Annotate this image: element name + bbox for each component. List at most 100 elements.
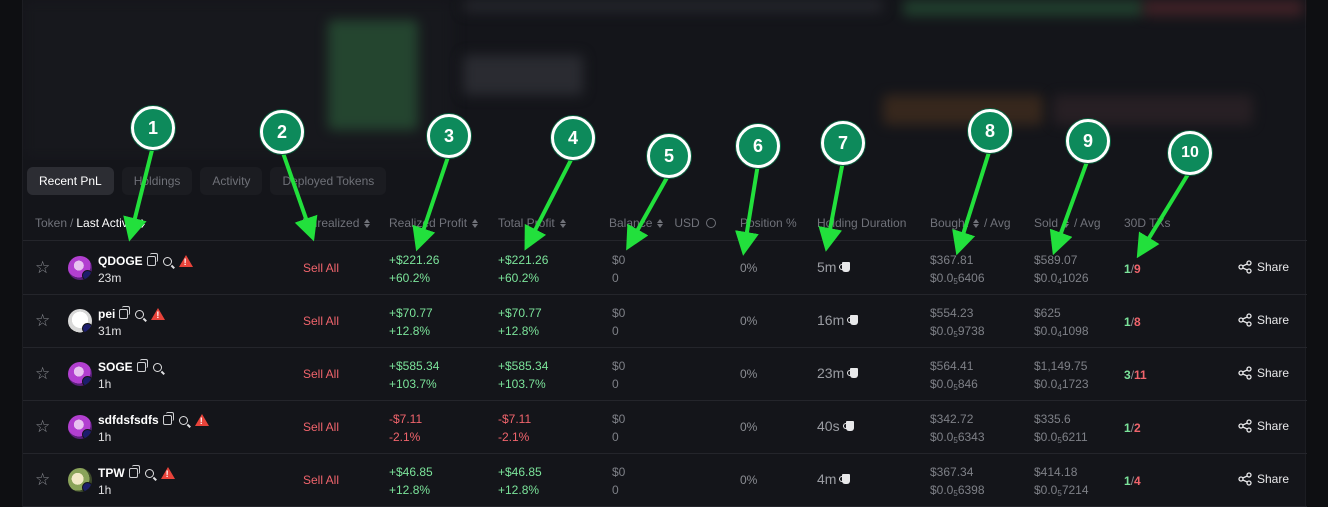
bought-avg: $0.056343 bbox=[930, 430, 985, 445]
holding-duration: 23m bbox=[817, 365, 859, 381]
sold-avg-digits: 6211 bbox=[1061, 430, 1088, 444]
header-unrealized[interactable]: Unrealized bbox=[302, 216, 371, 230]
sell-all-button[interactable]: Sell All bbox=[303, 367, 339, 381]
search-icon[interactable] bbox=[178, 415, 188, 425]
tab-holdings[interactable]: Holdings bbox=[121, 167, 193, 195]
sold-avg-prefix: $0.0 bbox=[1034, 430, 1058, 444]
table-row[interactable]: ☆ SOGE 1h Sell All +$585.34 +103.7% +$58… bbox=[23, 348, 1307, 401]
tx-buy-count: 1 bbox=[1124, 262, 1131, 276]
total-profit-value: +$70.77 bbox=[498, 306, 542, 320]
holding-duration: 5m bbox=[817, 259, 851, 275]
share-button[interactable]: Share bbox=[1238, 366, 1289, 380]
search-icon[interactable] bbox=[162, 256, 172, 266]
warning-icon bbox=[178, 255, 193, 267]
balance-usd: $0 bbox=[612, 412, 626, 426]
position-percent: 0% bbox=[740, 473, 758, 487]
swap-icon bbox=[705, 218, 716, 228]
sold-avg-prefix: $0.0 bbox=[1034, 324, 1058, 338]
copy-icon[interactable] bbox=[162, 412, 174, 425]
token-name-cell: TPW bbox=[98, 465, 175, 480]
token-symbol[interactable]: sdfdsfsdfs bbox=[98, 413, 159, 427]
search-icon[interactable] bbox=[144, 468, 154, 478]
token-symbol[interactable]: SOGE bbox=[98, 360, 133, 374]
bought-total: $367.81 bbox=[930, 253, 974, 267]
position-percent: 0% bbox=[740, 420, 758, 434]
cup-icon bbox=[842, 421, 854, 431]
chain-badge-icon bbox=[82, 376, 92, 386]
copy-icon[interactable] bbox=[128, 465, 140, 478]
share-label: Share bbox=[1257, 366, 1290, 380]
sold-avg-digits: 1723 bbox=[1061, 377, 1089, 391]
bought-avg-digits: 6343 bbox=[957, 430, 985, 444]
copy-icon[interactable] bbox=[119, 306, 131, 319]
total-profit-percent: +60.2% bbox=[498, 271, 540, 285]
header-total-profit[interactable]: Total Profit bbox=[498, 216, 566, 230]
sold-avg: $0.041098 bbox=[1034, 324, 1089, 339]
bought-total: $342.72 bbox=[930, 412, 974, 426]
header-usd-toggle[interactable]: USD bbox=[674, 216, 699, 230]
table-row[interactable]: ☆ QDOGE 23m Sell All +$221.26 +60.2% +$2… bbox=[23, 242, 1307, 295]
tab-deployed-tokens[interactable]: Deployed Tokens bbox=[270, 167, 387, 195]
star-icon[interactable]: ☆ bbox=[35, 471, 53, 489]
table-row[interactable]: ☆ sdfdsfsdfs 1h Sell All -$7.11 -2.1% -$… bbox=[23, 401, 1307, 454]
bought-avg-digits: 9738 bbox=[957, 324, 985, 338]
cup-icon bbox=[839, 262, 851, 272]
bought-avg-digits: 6398 bbox=[957, 483, 985, 497]
balance-usd: $0 bbox=[612, 306, 626, 320]
sell-all-button[interactable]: Sell All bbox=[303, 314, 339, 328]
chain-badge-icon bbox=[82, 270, 92, 280]
bought-avg-prefix: $0.0 bbox=[930, 324, 954, 338]
header-bought[interactable]: Bought / Avg bbox=[930, 216, 1011, 230]
total-profit-value: +$585.34 bbox=[498, 359, 549, 373]
token-symbol[interactable]: QDOGE bbox=[98, 254, 143, 268]
search-icon[interactable] bbox=[152, 362, 162, 372]
sort-icon bbox=[657, 218, 664, 228]
tx-count: 1/4 bbox=[1124, 474, 1141, 488]
token-symbol[interactable]: TPW bbox=[98, 466, 125, 480]
header-realized-profit[interactable]: Realized Profit bbox=[389, 216, 479, 230]
tab-activity[interactable]: Activity bbox=[200, 167, 263, 195]
share-icon bbox=[1238, 419, 1252, 433]
share-button[interactable]: Share bbox=[1238, 313, 1289, 327]
total-profit-value: +$221.26 bbox=[498, 253, 549, 267]
share-icon bbox=[1238, 313, 1252, 327]
star-icon[interactable]: ☆ bbox=[35, 365, 53, 383]
token-name-cell: sdfdsfsdfs bbox=[98, 412, 209, 427]
header-balance[interactable]: Balance USD bbox=[609, 216, 716, 230]
sort-icon bbox=[472, 218, 479, 228]
header-bought-label: Bought bbox=[930, 216, 969, 230]
share-button[interactable]: Share bbox=[1238, 472, 1289, 486]
sold-total: $625 bbox=[1034, 306, 1061, 320]
sold-avg: $0.056211 bbox=[1034, 430, 1088, 445]
share-button[interactable]: Share bbox=[1238, 260, 1289, 274]
star-icon[interactable]: ☆ bbox=[35, 418, 53, 436]
token-symbol[interactable]: pei bbox=[98, 307, 115, 321]
search-icon[interactable] bbox=[135, 309, 145, 319]
copy-icon[interactable] bbox=[136, 359, 148, 372]
header-token[interactable]: Token / Last Active bbox=[35, 216, 146, 230]
header-holding-duration: Holding Duration bbox=[817, 216, 906, 230]
star-icon[interactable]: ☆ bbox=[35, 312, 53, 330]
table-row[interactable]: ☆ pei 31m Sell All +$70.77 +12.8% +$70.7… bbox=[23, 295, 1307, 348]
header-position-label: Position % bbox=[740, 216, 797, 230]
sold-total: $414.18 bbox=[1034, 465, 1078, 479]
sell-all-button[interactable]: Sell All bbox=[303, 261, 339, 275]
realized-profit-value: +$70.77 bbox=[389, 306, 433, 320]
table-row[interactable]: ☆ TPW 1h Sell All +$46.85 +12.8% +$46.85… bbox=[23, 454, 1307, 507]
tx-sell-count: 11 bbox=[1134, 368, 1147, 382]
wallet-pnl-panel: Recent PnL Holdings Activity Deployed To… bbox=[22, 0, 1307, 507]
copy-icon[interactable] bbox=[146, 253, 158, 266]
bought-total: $367.34 bbox=[930, 465, 974, 479]
holding-duration-value: 40s bbox=[817, 418, 840, 434]
realized-profit-value: +$221.26 bbox=[389, 253, 440, 267]
sell-all-button[interactable]: Sell All bbox=[303, 473, 339, 487]
bought-avg: $0.05846 bbox=[930, 377, 978, 392]
sell-all-button[interactable]: Sell All bbox=[303, 420, 339, 434]
header-sold[interactable]: Sold / Avg bbox=[1034, 216, 1101, 230]
bought-avg-digits: 6406 bbox=[957, 271, 985, 285]
balance-amount: 0 bbox=[612, 483, 619, 497]
tab-bar: Recent PnL Holdings Activity Deployed To… bbox=[27, 167, 387, 195]
star-icon[interactable]: ☆ bbox=[35, 259, 53, 277]
share-button[interactable]: Share bbox=[1238, 419, 1289, 433]
tab-recent-pnl[interactable]: Recent PnL bbox=[27, 167, 114, 195]
